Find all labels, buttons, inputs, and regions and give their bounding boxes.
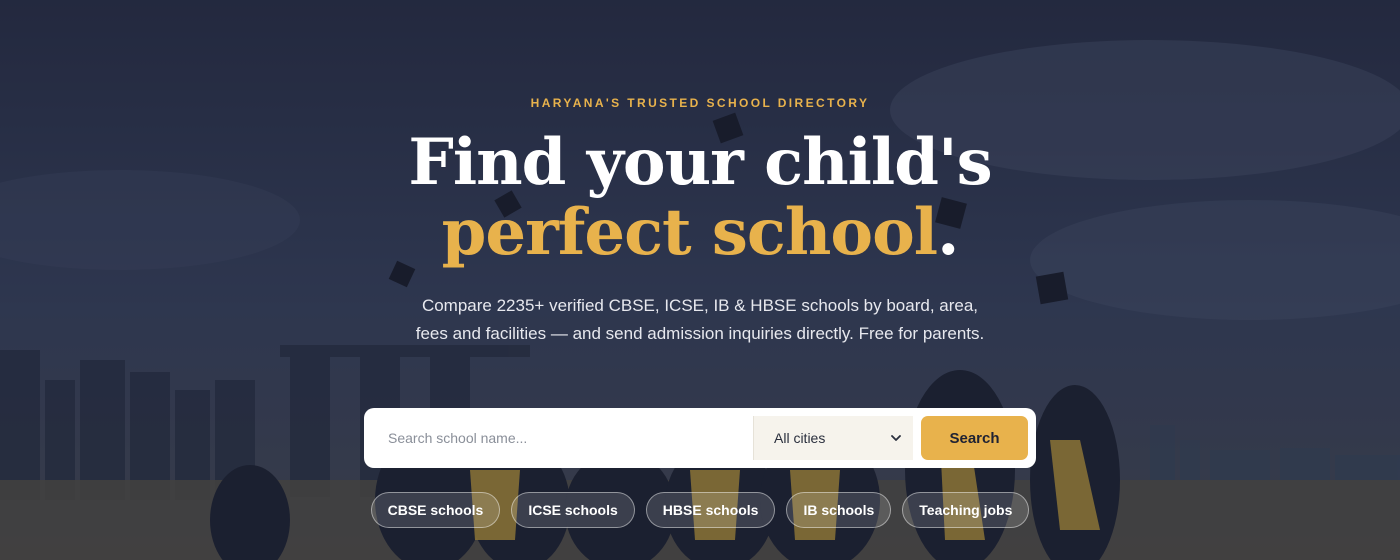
headline-line-2: perfect school. xyxy=(0,198,1400,268)
search-input[interactable] xyxy=(372,416,752,460)
hero-headline: Find your child's perfect school. xyxy=(0,128,1400,268)
hero-subtitle: Compare 2235+ verified CBSE, ICSE, IB & … xyxy=(415,296,985,343)
headline-line-1: Find your child's xyxy=(408,125,992,200)
headline-accent: perfect school xyxy=(441,195,938,270)
hero-eyebrow: HARYANA'S TRUSTED SCHOOL DIRECTORY xyxy=(530,96,870,110)
city-select-value: All cities xyxy=(774,430,826,446)
chip-hbse-schools[interactable]: HBSE schools xyxy=(645,492,776,528)
chip-cbse-schools[interactable]: CBSE schools xyxy=(370,492,501,528)
search-bar: All cities Search xyxy=(364,408,1036,468)
headline-period: . xyxy=(937,195,959,270)
chip-teaching-jobs[interactable]: Teaching jobs xyxy=(902,492,1030,528)
city-select[interactable]: All cities xyxy=(753,416,913,460)
quick-filter-chips: CBSE schools ICSE schools HBSE schools I… xyxy=(0,492,1400,528)
chip-ib-schools[interactable]: IB schools xyxy=(786,492,892,528)
chevron-down-icon xyxy=(891,435,901,441)
hero-content: HARYANA'S TRUSTED SCHOOL DIRECTORY Find … xyxy=(0,0,1400,560)
chip-icse-schools[interactable]: ICSE schools xyxy=(511,492,635,528)
search-button[interactable]: Search xyxy=(921,416,1028,460)
